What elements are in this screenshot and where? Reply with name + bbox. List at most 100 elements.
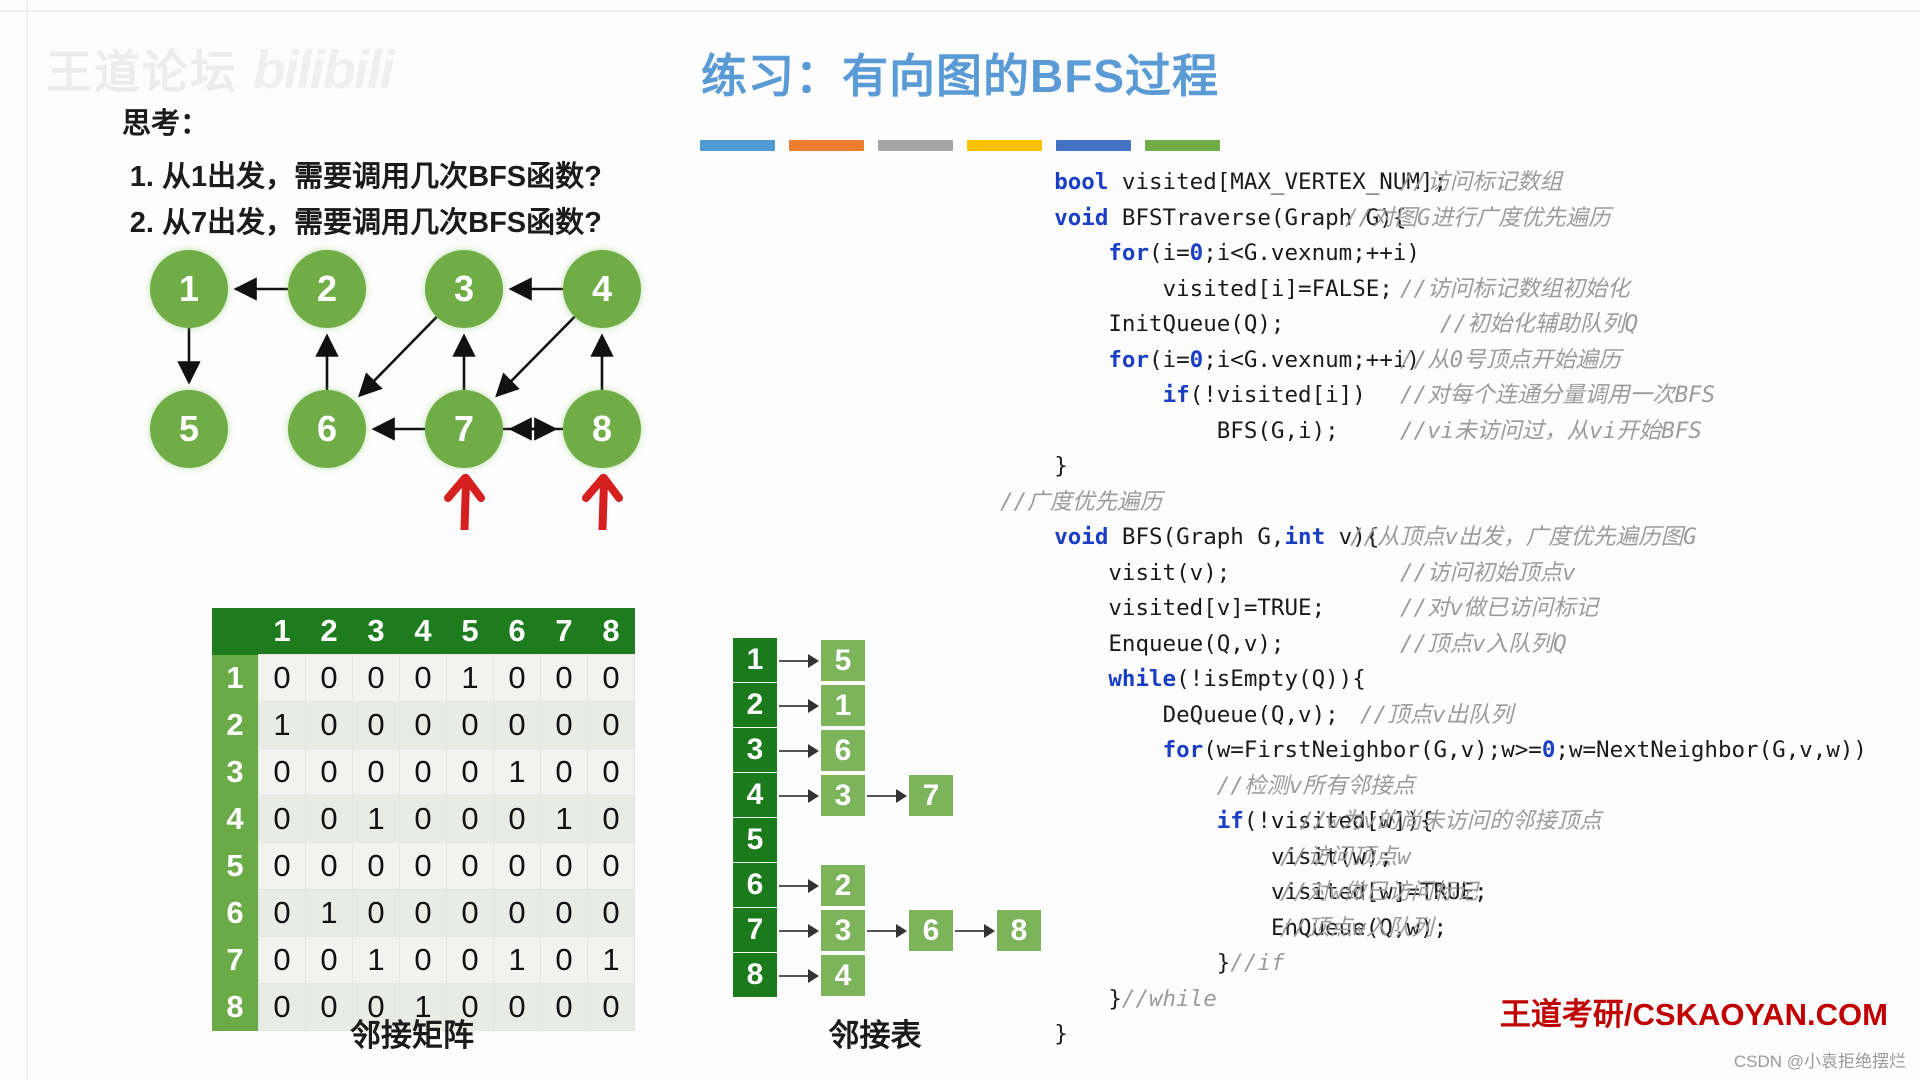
adjlist-row-1: 15 [733,638,1041,683]
graph-node-8: 8 [563,390,641,468]
matrix-cell-3-8: 0 [587,748,635,796]
code-comment: //对图G进行广度优先遍历 [1345,204,1611,231]
matrix-row-header-2: 2 [212,701,259,749]
matrix-cell-1-3: 0 [352,654,400,702]
matrix-cell-7-6: 1 [493,936,541,984]
matrix-cell-5-2: 0 [305,842,353,890]
adjacency-matrix: 12345678 1000010002100000003000001004001… [212,608,635,1031]
code-line-1: bool visited[MAX_VERTEX_NUM];//访问标记数组 [1000,165,1900,201]
adjlist-neighbor-4-7: 7 [909,775,953,816]
code-line-14: Enqueue(Q,v); //顶点v入队列Q [1000,627,1900,663]
matrix-cell-2-4: 0 [399,701,447,749]
matrix-row: 210000000 [212,701,635,749]
code-token: (!isEmpty(Q)){ [1176,666,1366,692]
matrix-row-header-5: 5 [212,842,259,890]
matrix-cell-6-4: 0 [399,889,447,937]
code-token: InitQueue(Q); [1108,311,1285,337]
matrix-cell-2-8: 0 [587,701,635,749]
adjlist-neighbor-6-2: 2 [821,865,865,906]
adjlist-arrow-icon [777,640,821,681]
matrix-cell-4-8: 0 [587,795,635,843]
code-line-12: visit(v); //访问初始顶点v [1000,556,1900,592]
graph-node-4: 4 [563,250,641,328]
matrix-col-header-4: 4 [399,608,447,655]
matrix-cell-4-1: 0 [258,795,306,843]
code-comment: //顶点w入队列 [1280,914,1434,941]
matrix-cell-6-8: 0 [587,889,635,937]
thinking-heading: 思考： [122,108,210,140]
code-line-23: }//if [1000,946,1900,982]
graph-node-3: 3 [425,250,503,328]
adjlist-vertex-2: 2 [733,683,777,728]
matrix-cell-1-7: 0 [540,654,588,702]
graph-node-2: 2 [288,250,366,328]
code-token: //while [1121,985,1217,1012]
code-line-8: BFS(G,i); //vi未访问过，从vi开始BFS [1000,414,1900,450]
graph-diagram: 1234 5678 [150,250,770,530]
adjlist-vertex-6: 6 [733,863,777,908]
question-item: 从7出发，需要调用几次BFS函数? [162,200,742,246]
matrix-cell-3-4: 0 [399,748,447,796]
matrix-head: 12345678 [212,608,635,655]
code-line-22: EnQueue(Q,w);//顶点w入队列 [1000,911,1900,947]
adjacency-list: 152136437562736884 [733,638,1041,998]
code-line-15: while(!isEmpty(Q)){ [1000,662,1900,698]
matrix-cell-2-5: 0 [446,701,494,749]
code-token: ;i<G.vexnum;++i) [1203,240,1420,266]
matrix-cell-5-4: 0 [399,842,447,890]
brand-footer: 王道考研/CSKAOYAN.COM [1499,997,1888,1032]
adjlist-neighbor-7-3: 3 [821,910,865,951]
code-token: if [1216,808,1244,834]
matrix-cell-4-5: 0 [446,795,494,843]
code-comment: //访问初始顶点v [1400,559,1576,586]
code-token: (!visited[i]) [1189,382,1366,408]
matrix-cell-1-6: 0 [493,654,541,702]
color-bar-row [700,140,1220,151]
code-line-21: visited[w]=TRUE;//对w做已访问标记 [1000,875,1900,911]
code-token: } [1216,950,1231,976]
adjlist-row-4: 4 3 7 [733,773,1041,818]
code-token: } [1108,985,1122,1012]
code-line-7: if(!visited[i]) //对每个连通分量调用一次BFS [1000,378,1900,414]
code-line-6: for(i=0;i<G.vexnum;++i)//从0号顶点开始遍历 [1000,343,1900,379]
code-token: void [1054,204,1109,231]
adjlist-row-2: 21 [733,683,1041,728]
matrix-col-header-8: 8 [587,608,635,655]
matrix-row: 700100101 [212,936,635,984]
code-token: Enqueue(Q,v); [1108,630,1285,657]
code-line-16: DeQueue(Q,v); //顶点v出队列 [1000,698,1900,734]
code-comment: //vi未访问过，从vi开始BFS [1400,417,1702,444]
left-divider [26,0,28,1080]
adjlist-vertex-5: 5 [733,818,777,863]
adjlist-arrow-icon [865,775,909,816]
matrix-cell-2-1: 1 [258,701,306,749]
adjlist-vertex-8: 8 [733,953,777,998]
matrix-cell-5-7: 0 [540,842,588,890]
highlight-arrow-7 [444,474,485,530]
code-token: visit(v); [1108,559,1231,586]
code-token: visited[i]=FALSE; [1162,275,1393,302]
adjlist-neighbor-8-4: 4 [821,955,865,996]
code-line-3: for(i=0;i<G.vexnum;++i) [1000,236,1900,272]
question-item: 从1出发，需要调用几次BFS函数? [162,154,742,200]
matrix-row: 300000100 [212,748,635,796]
list-caption: 邻接表 [828,1018,922,1053]
matrix-cell-6-1: 0 [258,889,306,937]
matrix-cell-1-4: 0 [399,654,447,702]
code-token: for [1162,737,1204,763]
graph-node-5: 5 [150,390,228,468]
matrix-row-header-3: 3 [212,748,259,796]
adjlist-neighbor-3-6: 6 [821,730,865,771]
code-line-11: void BFS(Graph G,int v){//从顶点v出发，广度优先遍历图… [1000,520,1900,556]
